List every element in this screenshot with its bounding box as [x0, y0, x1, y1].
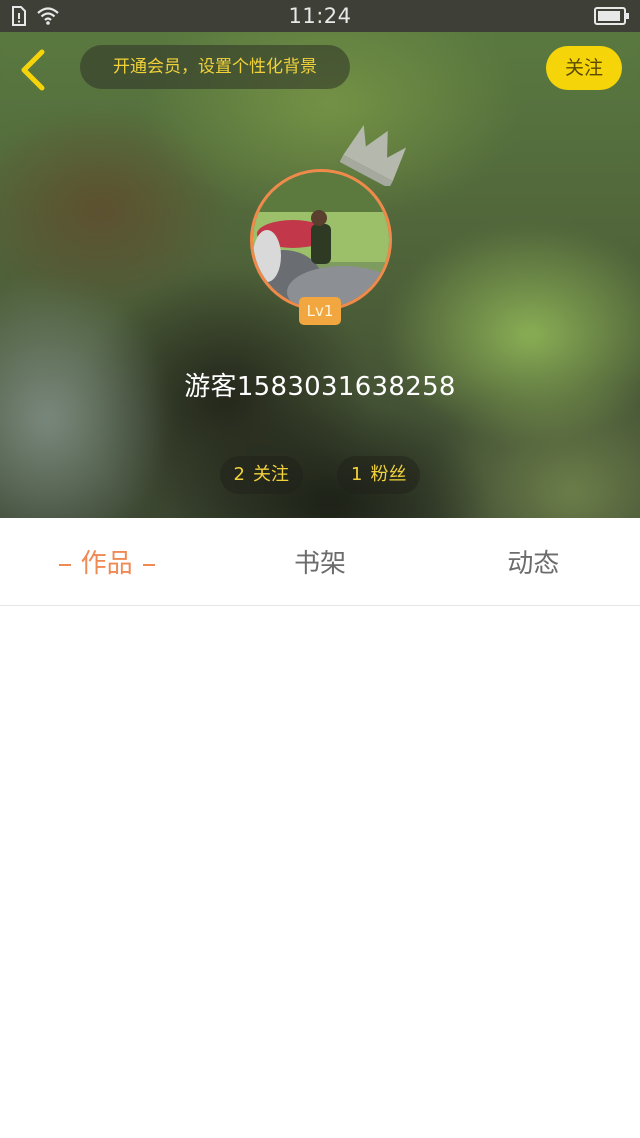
status-bar: 11:24 [0, 0, 640, 32]
tab-active-indicator-right [142, 563, 155, 566]
battery-icon [594, 6, 630, 30]
tab-bookshelf[interactable]: 书架 [213, 518, 426, 605]
followers-count: 1 [351, 464, 363, 485]
vip-banner[interactable]: 开通会员，设置个性化背景 [80, 45, 350, 89]
tab-activity[interactable]: 动态 [427, 518, 640, 605]
stats-row: 2 关注 1 粉丝 [0, 456, 640, 494]
tab-works-label: 作品 [80, 549, 133, 579]
tab-active-indicator-left [58, 563, 71, 566]
following-count-button[interactable]: 2 关注 [219, 456, 303, 494]
followers-label: 粉丝 [370, 464, 407, 485]
tab-content-area [0, 607, 640, 1138]
tab-activity-label: 动态 [507, 549, 560, 579]
username: 游客1583031638258 [184, 372, 456, 402]
tab-works[interactable]: 作品 [0, 518, 213, 605]
following-label: 关注 [253, 464, 289, 485]
profile-tabs: 作品 书架 动态 [0, 518, 640, 606]
profile-header: 开通会员，设置个性化背景 关注 Lv1 游客1583031638258 2 关注… [0, 32, 640, 518]
status-time: 11:24 [288, 4, 352, 28]
back-button[interactable] [14, 48, 54, 92]
avatar[interactable] [250, 169, 392, 311]
level-badge: Lv1 [299, 297, 341, 325]
followers-count-button[interactable]: 1 粉丝 [337, 456, 421, 494]
profile-screen: 11:24 开通会员，设置个性化背景 关注 Lv1 游客158303163825… [0, 0, 640, 1138]
chevron-left-icon [21, 49, 45, 91]
follow-button[interactable]: 关注 [546, 46, 622, 90]
avatar-container: Lv1 [250, 169, 392, 325]
tab-bookshelf-label: 书架 [293, 549, 346, 579]
following-count: 2 [233, 464, 245, 485]
